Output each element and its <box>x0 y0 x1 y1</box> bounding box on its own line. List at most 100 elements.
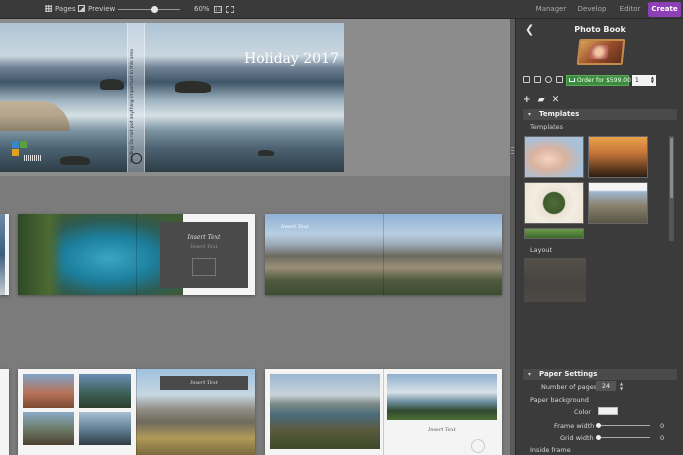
grid-width-label: Grid width <box>560 434 594 442</box>
logo-square <box>20 141 27 148</box>
templates-label: Templates <box>530 123 564 131</box>
pages-view-toggle[interactable]: Pages <box>45 0 76 19</box>
spine-text: Binding Do not put anything important in… <box>130 49 135 163</box>
pages-stepper-icon[interactable]: ▲ ▼ <box>620 381 623 391</box>
frame-width-value: 0 <box>660 422 665 430</box>
quantity-value: 1 <box>635 77 639 84</box>
page-photo <box>23 412 74 445</box>
image-icon <box>78 5 85 12</box>
actual-size-button[interactable]: 1:1 <box>214 6 222 13</box>
spread-fold <box>383 369 384 455</box>
template-thumb-baby[interactable] <box>524 136 584 178</box>
share-icon[interactable] <box>556 76 563 83</box>
beach-shape <box>0 101 70 131</box>
tab-develop[interactable]: Develop <box>574 2 610 17</box>
textbox-title: Insert Text <box>187 234 221 241</box>
binding-info-icon <box>131 153 142 164</box>
text-placeholder-box[interactable]: Insert Text <box>160 376 248 390</box>
frame-width-slider[interactable] <box>600 425 650 426</box>
logo-square <box>12 149 19 156</box>
spread-fold <box>136 214 137 295</box>
template-thumb-mountain[interactable] <box>588 182 648 224</box>
fit-to-screen-icon[interactable] <box>226 6 234 13</box>
book-canvas[interactable]: Binding Do not put anything important in… <box>0 19 510 455</box>
page-turn-icon[interactable] <box>471 439 485 453</box>
inside-frame-label: Inside frame <box>530 446 571 454</box>
page-spread[interactable]: Insert Text Insert Text <box>18 214 255 295</box>
create-panel: ❮ Photo Book Order for $599.00 1 ▲ ▼ + ▰ … <box>515 19 683 455</box>
logo-barcode <box>24 155 42 161</box>
number-of-pages-label: Number of pages <box>541 383 598 391</box>
preview-toggle[interactable]: Preview <box>78 0 115 19</box>
pages-label: Pages <box>55 5 76 13</box>
page-photo <box>270 374 380 449</box>
stepper-arrows-icon[interactable]: ▲ ▼ <box>651 76 654 84</box>
spread-fold <box>136 369 137 455</box>
grid-width-value: 0 <box>660 434 665 442</box>
page-photo <box>79 412 131 445</box>
paper-color-swatch[interactable] <box>598 407 618 415</box>
page-photo <box>79 374 131 408</box>
text-placeholder-box[interactable]: Insert Text Insert Text <box>160 222 248 288</box>
layout-label: Layout <box>530 246 553 254</box>
page-photo-trees <box>18 214 63 295</box>
template-thumb-wedding[interactable] <box>524 182 584 224</box>
page-spread[interactable]: Insert Text <box>265 369 502 455</box>
image-placeholder-icon <box>192 258 216 276</box>
page-spread-partial[interactable] <box>0 369 9 455</box>
layout-thumb[interactable] <box>524 258 586 302</box>
sea-rock <box>100 79 124 90</box>
order-button[interactable]: Order for $599.00 <box>566 75 631 86</box>
textbox-title: Insert Text <box>190 380 218 386</box>
template-thumb-sunset[interactable] <box>588 136 648 178</box>
sea-rock <box>175 81 211 93</box>
book-cover[interactable]: Binding Do not put anything important in… <box>0 23 344 172</box>
spine-binding-area: Binding Do not put anything important in… <box>127 23 145 172</box>
page-spread[interactable]: Insert Text <box>265 214 502 295</box>
print-icon[interactable] <box>534 76 541 83</box>
photo-book-thumbnail <box>576 39 626 65</box>
spread-fold <box>383 214 384 295</box>
template-thumb-forest[interactable] <box>524 228 584 239</box>
order-label: Order for $599.00 <box>577 77 631 84</box>
sea-rock <box>60 156 90 165</box>
top-toolbar: Pages Preview 60% 1:1 Manager Develop Ed… <box>0 0 683 19</box>
color-label: Color <box>574 408 591 416</box>
tab-create[interactable]: Create <box>648 2 681 17</box>
save-icon[interactable] <box>523 76 530 83</box>
templates-section-header[interactable]: Templates <box>523 109 677 120</box>
scrollbar-thumb[interactable] <box>670 138 673 198</box>
grip-dots <box>511 147 514 156</box>
zoom-slider-handle[interactable] <box>151 6 158 13</box>
grid-width-slider[interactable] <box>600 437 650 438</box>
number-of-pages-input[interactable]: 24 <box>596 381 616 391</box>
grid-width-slider-handle[interactable] <box>596 435 601 440</box>
export-icon[interactable] <box>545 76 552 83</box>
photo-caption[interactable]: Insert Text <box>281 224 308 230</box>
quantity-stepper[interactable]: 1 ▲ ▼ <box>632 75 656 86</box>
panel-title: Photo Book <box>574 25 626 34</box>
cart-icon <box>569 78 575 82</box>
paper-settings-header[interactable]: Paper Settings <box>523 369 677 380</box>
tab-manager[interactable]: Manager <box>532 2 570 17</box>
cover-title[interactable]: Holiday 2017 <box>244 51 339 67</box>
paper-background-label: Paper background <box>530 396 589 404</box>
page-photo <box>23 374 74 408</box>
photo-caption[interactable]: Insert Text <box>387 427 497 433</box>
frame-width-slider-handle[interactable] <box>596 423 601 428</box>
zoom-slider[interactable] <box>118 9 180 10</box>
page-spread-partial[interactable] <box>0 214 9 295</box>
sea-rock <box>258 150 274 156</box>
preview-label: Preview <box>88 5 116 13</box>
logo-square <box>12 141 19 148</box>
page-spread[interactable]: Insert Text <box>18 369 255 455</box>
page-photo <box>0 214 5 295</box>
templates-scrollbar[interactable] <box>669 136 674 241</box>
cover-logo <box>12 141 46 163</box>
frame-width-label: Frame width <box>554 422 595 430</box>
template-actions[interactable]: + ▰ ✕ <box>523 95 561 105</box>
textbox-subtitle: Insert Text <box>190 244 218 250</box>
tab-editor[interactable]: Editor <box>614 2 646 17</box>
page-photo <box>387 374 497 420</box>
grid-icon <box>45 5 52 12</box>
